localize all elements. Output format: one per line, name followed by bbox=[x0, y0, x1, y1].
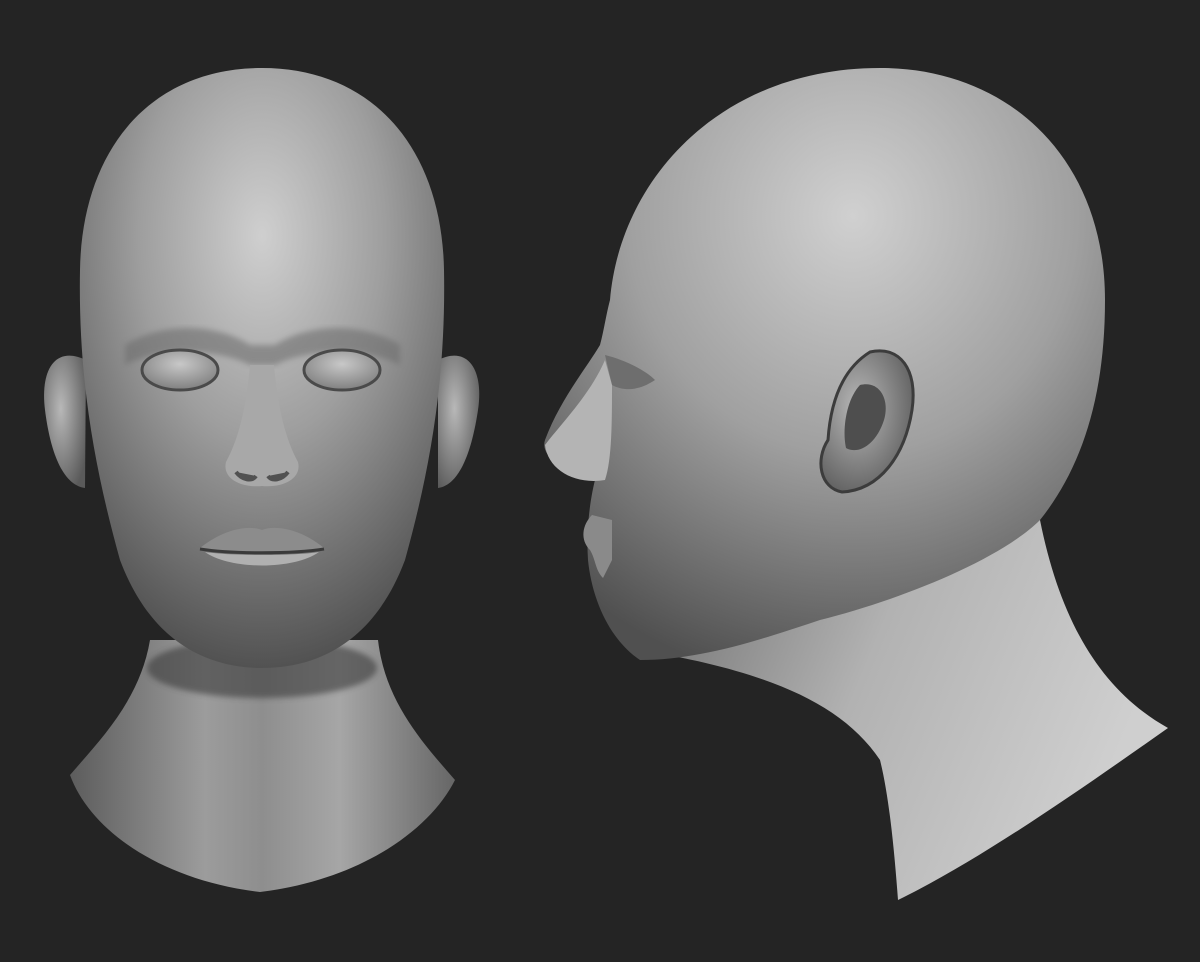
front-left-eye bbox=[140, 348, 220, 392]
front-right-eye bbox=[302, 348, 382, 392]
sculpt-render bbox=[0, 0, 1200, 962]
front-view-head bbox=[44, 68, 480, 892]
render-canvas bbox=[0, 0, 1200, 962]
